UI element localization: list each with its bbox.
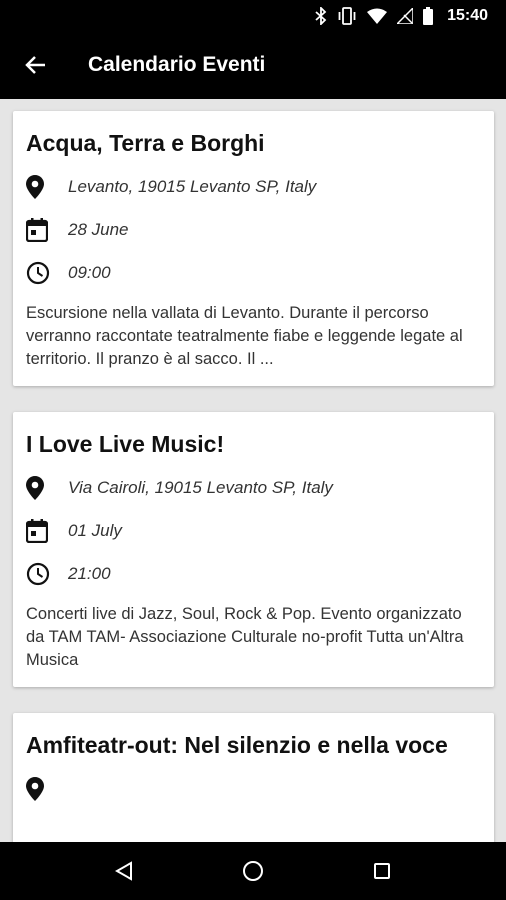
event-location: Levanto, 19015 Levanto SP, Italy [68,176,317,196]
calendar-icon [26,516,56,546]
event-title: I Love Live Music! [26,431,225,457]
recents-square-icon [373,863,390,879]
event-list[interactable]: Acqua, Terra e Borghi Levanto, 19015 Lev… [0,99,506,842]
event-title: Acqua, Terra e Borghi [26,130,265,156]
event-location-row: Levanto, 19015 Levanto SP, Italy [26,165,481,208]
event-location-row [26,767,481,810]
clock-icon [26,258,56,288]
wifi-icon [367,8,388,24]
battery-icon [423,6,434,25]
status-bar: 15:40 [0,0,506,31]
event-card[interactable]: Amfiteatr-out: Nel silenzio e nella voce [13,713,494,842]
status-time: 15:40 [447,6,488,24]
nav-home-button[interactable] [229,847,277,895]
event-location: Via Cairoli, 19015 Levanto SP, Italy [68,477,333,497]
location-pin-icon [26,473,56,503]
calendar-icon [26,215,56,245]
event-location-row: Via Cairoli, 19015 Levanto SP, Italy [26,466,481,509]
event-description: Escursione nella vallata di Levanto. Dur… [26,304,463,368]
event-time: 21:00 [68,563,111,583]
back-button[interactable] [0,31,70,99]
location-pin-icon [26,172,56,202]
bluetooth-icon [315,6,327,25]
event-time-row: 09:00 [26,251,481,294]
event-title: Amfiteatr-out: Nel silenzio e nella voce [26,732,448,758]
nav-back-button[interactable] [100,847,148,895]
event-time-row: 21:00 [26,552,481,595]
event-description: Concerti live di Jazz, Soul, Rock & Pop.… [26,605,464,669]
location-pin-icon [26,774,56,804]
back-triangle-icon [115,861,133,881]
nav-recents-button[interactable] [358,847,406,895]
page-title: Calendario Eventi [88,53,266,76]
system-nav-bar [0,842,506,900]
app-bar: Calendario Eventi [0,31,506,99]
event-time: 09:00 [68,262,111,282]
event-date-row: 28 June [26,208,481,251]
home-circle-icon [242,861,263,881]
event-date: 01 July [68,520,122,540]
event-card[interactable]: I Love Live Music! Via Cairoli, 19015 Le… [13,412,494,687]
clock-icon [26,559,56,589]
no-signal-icon [397,7,414,24]
event-date: 28 June [68,219,129,239]
arrow-back-icon [25,56,45,74]
event-card[interactable]: Acqua, Terra e Borghi Levanto, 19015 Lev… [13,111,494,386]
event-date-row: 01 July [26,509,481,552]
vibrate-icon [337,6,357,25]
